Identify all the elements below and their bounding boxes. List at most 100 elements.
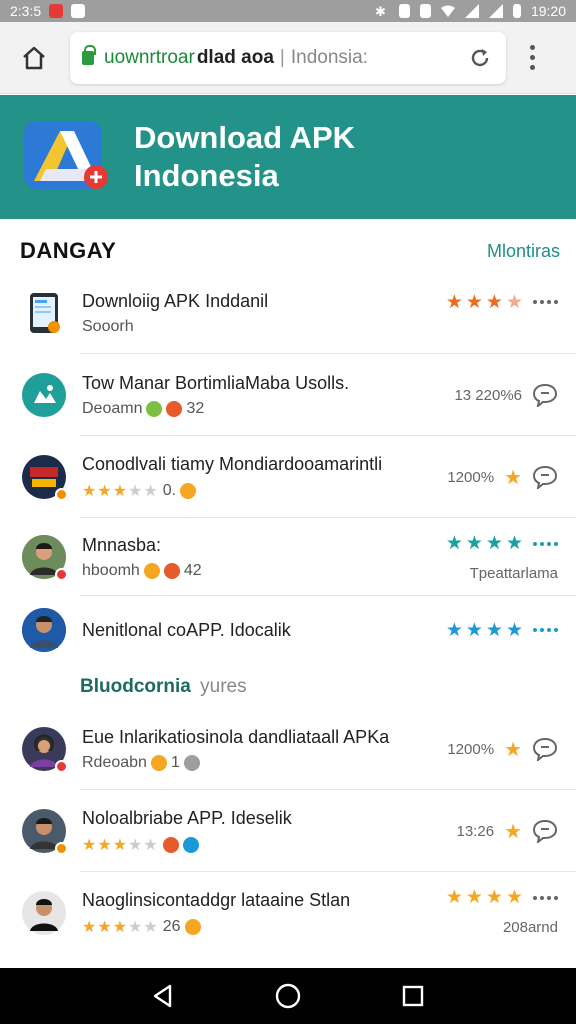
- list-item-count: 32: [186, 399, 205, 417]
- list-item-subtitle: Deoamn: [82, 399, 143, 417]
- hero-title-line2: Indonesia: [134, 158, 279, 193]
- app-icon: [22, 373, 66, 417]
- list-item[interactable]: Naoglinsicontaddgr lataaine Stlan ★★★★★ …: [0, 872, 576, 954]
- list-item[interactable]: Mnnasba: hboomh 42 ★ ★ ★ ★ Tpeattarlama: [0, 518, 576, 596]
- subsection-heading-strong: Bluodcornia: [80, 676, 191, 697]
- more-icon[interactable]: [533, 628, 558, 632]
- lock-icon: [82, 44, 96, 65]
- more-icon[interactable]: [533, 300, 558, 304]
- list-item-subtitle: hboomh: [82, 561, 140, 579]
- emoji-icon: [180, 482, 197, 499]
- sim-icon: [419, 4, 431, 18]
- emoji-icon: [184, 918, 201, 935]
- list-item-subtitle: Rdeoabn: [82, 753, 147, 771]
- app-list: Downloiig APK Inddanil Sooorh ★ ★ ★ ★ Tow M…: [0, 272, 576, 664]
- url-path: dlad aoa: [196, 46, 274, 68]
- url-page-title: Indonsia:: [290, 46, 368, 68]
- home-circle-icon: [275, 983, 301, 1009]
- list-item-meta: 1200%: [447, 468, 495, 486]
- reload-icon: [471, 48, 489, 66]
- status-time-right: 19:20: [530, 3, 566, 19]
- subsection-heading: Bluodcornia yures: [80, 676, 247, 698]
- rating-stars: ★★★★★: [82, 482, 159, 500]
- list-item[interactable]: Noloalbriabe APP. Ideselik ★★★★★ 13:26 ★: [0, 790, 576, 872]
- rating-stars: ★ ★ ★ ★: [445, 619, 523, 641]
- back-button[interactable]: [149, 982, 177, 1010]
- list-item-title: Nenitlonal coAPP. Idocalik: [82, 619, 291, 640]
- chat-icon[interactable]: [532, 383, 558, 407]
- chat-icon[interactable]: [532, 819, 558, 843]
- rating-stars: ★★★★★: [82, 918, 159, 936]
- more-icon[interactable]: [533, 541, 558, 546]
- list-item-meta: Tpeattarlama: [469, 565, 558, 582]
- overflow-menu-icon: [529, 45, 535, 50]
- hero-title: Download APK Indonesia: [134, 119, 355, 195]
- list-item-meta: 13:26: [456, 822, 495, 840]
- star-icon: ★: [504, 738, 522, 761]
- hero-banner: Download APK Indonesia: [0, 95, 576, 219]
- rating-stars: ★ ★ ★ ★: [445, 291, 523, 313]
- chat-icon[interactable]: [532, 465, 558, 489]
- url-separator: |: [279, 46, 285, 68]
- notification-icon: [49, 4, 64, 18]
- rating-stars: ★★★★★: [82, 836, 159, 854]
- emoji-icon: [162, 836, 179, 853]
- more-icon[interactable]: [533, 895, 558, 900]
- list-item-count: 0.: [162, 481, 177, 499]
- app-list: Eue Inlarikatiosinola dandliataall APKa …: [0, 708, 576, 954]
- wifi-icon: [440, 5, 455, 17]
- avatar: [22, 535, 68, 581]
- list-item[interactable]: Downloiig APK Inddanil Sooorh ★ ★ ★ ★: [0, 272, 576, 354]
- star-icon: ★: [504, 466, 522, 489]
- list-item-meta: 208arnd: [502, 919, 558, 936]
- list-item-title: Naoglinsicontaddgr lataaine Stlan: [82, 889, 351, 910]
- avatar: [22, 809, 68, 855]
- list-item[interactable]: Eue Inlarikatiosinola dandliataall APKa …: [0, 708, 576, 790]
- avatar: [22, 608, 66, 652]
- home-nav-button[interactable]: [274, 982, 302, 1010]
- list-item[interactable]: Nenitlonal coAPP. Idocalik ★ ★ ★ ★: [0, 596, 576, 664]
- list-item-title: Downloiig APK Inddanil: [82, 290, 269, 311]
- list-item-title: Eue Inlarikatiosinola dandliataall APKa: [82, 726, 390, 747]
- emoji-icon: [182, 836, 199, 853]
- system-navigation-bar: [0, 968, 576, 1024]
- hero-title-line1: Download APK: [134, 120, 356, 155]
- url-host: uownrtroar: [104, 46, 195, 68]
- avatar: [22, 891, 66, 935]
- home-button[interactable]: [12, 36, 56, 80]
- recents-button[interactable]: [399, 982, 427, 1010]
- signal-icon: [488, 4, 503, 18]
- home-icon: [23, 46, 45, 69]
- green-dot-icon: [146, 400, 163, 417]
- rating-stars: ★ ★ ★ ★: [445, 533, 523, 554]
- signal-icon: [464, 4, 479, 18]
- back-icon: [153, 984, 171, 1008]
- app-logo: [24, 121, 108, 193]
- list-item-count: 26: [162, 917, 181, 935]
- list-item-title: Conodlvali tiamy Mondiardooamarintli: [82, 453, 383, 474]
- status-time-left: 2:3:5: [10, 3, 42, 19]
- chat-icon[interactable]: [532, 737, 558, 761]
- list-item-subtitle: Sooorh: [82, 317, 134, 335]
- list-item-title: Noloalbriabe APP. Ideselik: [82, 807, 292, 828]
- reload-button[interactable]: [466, 44, 494, 72]
- rating-stars: ★ ★ ★ ★: [445, 887, 523, 908]
- list-item-meta: 1200%: [447, 740, 495, 758]
- bluetooth-icon: ✱: [374, 4, 386, 19]
- list-item[interactable]: Tow Manar BortimliaMaba Usolls. Deoamn 3…: [0, 354, 576, 436]
- notification-icon: [71, 4, 86, 18]
- list-item-title: Mnnasba:: [82, 534, 162, 555]
- overflow-menu-button[interactable]: [524, 38, 540, 78]
- list-item[interactable]: Conodlvali tiamy Mondiardooamarintli ★★★…: [0, 436, 576, 518]
- emoji-icon: [163, 562, 180, 579]
- emoji-icon: [143, 562, 160, 579]
- browser-toolbar: uownrtroar dlad aoa | Indonsia:: [0, 22, 576, 94]
- emoji-icon: [150, 754, 167, 771]
- status-bar: 2:3:5 ✱ 19:20: [0, 0, 576, 22]
- vibrate-icon: [398, 4, 410, 18]
- avatar: [22, 727, 68, 773]
- list-item-meta: 13 220%6: [454, 386, 522, 404]
- section-title: DANGAY: [20, 238, 117, 263]
- address-bar[interactable]: uownrtroar dlad aoa | Indonsia:: [70, 31, 506, 84]
- list-item-title: Tow Manar BortimliaMaba Usolls.: [82, 372, 350, 393]
